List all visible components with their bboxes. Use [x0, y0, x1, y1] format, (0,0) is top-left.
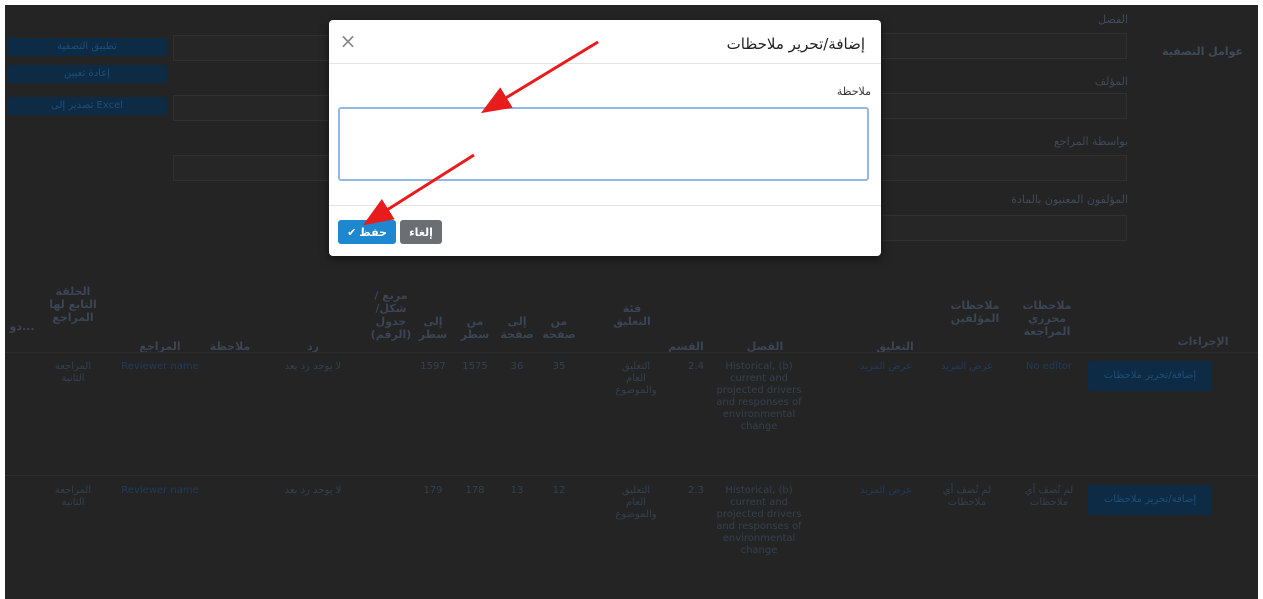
filter-chapter-label: الفصل: [1098, 13, 1128, 26]
th-to-line: إلى سطر: [418, 315, 448, 341]
filter-left-input-3[interactable]: [173, 155, 331, 181]
reset-filter-button[interactable]: إعادة تعيين: [7, 65, 167, 83]
comment-cell[interactable]: عرض المزيد: [851, 361, 921, 373]
apply-filter-button[interactable]: تطبيق التصفية: [7, 38, 167, 56]
save-button[interactable]: ✔ حفظ: [338, 220, 396, 244]
reply-cell: لا يوجد رد بعد: [284, 485, 342, 496]
chapter-cell: Historical, (b) current and projected dr…: [716, 361, 802, 432]
th-actions: الإجراءات: [1177, 335, 1229, 348]
from-line-cell: 1575: [462, 361, 488, 372]
from-page-cell: 35: [552, 361, 566, 372]
section-cell: 2.3: [688, 485, 704, 496]
th-box-figure-table: مربع / شكل/ جدول (الرقم): [370, 289, 412, 341]
filter-left-input-1[interactable]: [173, 35, 331, 61]
reviewer-cell[interactable]: Reviewer name: [115, 485, 205, 497]
modal-header-divider: [329, 63, 881, 64]
editor-note-cell: لم تُضف أي ملاحظات: [1024, 485, 1074, 508]
th-extra: دو...: [9, 320, 35, 333]
chapter-cell: Historical, (b) current and projected dr…: [716, 485, 802, 556]
note-textarea[interactable]: [338, 107, 869, 181]
save-button-label: حفظ: [359, 225, 387, 239]
modal-title: إضافة/تحرير ملاحظات: [726, 35, 865, 53]
sidebar-title: عوامل التصفية: [1162, 45, 1243, 58]
th-from-page: من صفحة: [542, 315, 576, 341]
export-excel-button[interactable]: تصدير إلى Excel: [7, 97, 167, 115]
author-note-cell[interactable]: عرض المزيد: [935, 361, 999, 373]
th-to-page: إلى صفحة: [500, 315, 534, 341]
edit-notes-modal: إضافة/تحرير ملاحظات × ملاحظة ✔ حفظ إلغاء: [329, 20, 881, 256]
cancel-button[interactable]: إلغاء: [400, 220, 442, 244]
to-line-cell: 1597: [420, 361, 446, 372]
close-icon[interactable]: ×: [337, 30, 359, 52]
edit-notes-button[interactable]: إضافة/تحرير ملاحظات: [1088, 485, 1212, 515]
category-cell: التعليق العام والموضوع: [615, 361, 657, 396]
author-note-cell: لم تُضف أي ملاحظات: [942, 485, 992, 508]
filter-author-label: المؤلف: [1094, 75, 1128, 88]
reply-cell: لا يوجد رد بعد: [284, 361, 342, 372]
section-cell: 2.4: [688, 361, 704, 372]
editor-note-cell[interactable]: No editor: [1017, 361, 1081, 373]
th-category: فئة التعليق: [613, 302, 651, 328]
th-from-line: من سطر: [460, 315, 490, 341]
table-header-divider: [5, 352, 1258, 353]
round-cell: المراجعة الثانية: [54, 485, 92, 508]
row-divider: [5, 475, 1258, 476]
th-editor-notes: ملاحظات محرري المراجعة: [1022, 299, 1072, 338]
edit-notes-button[interactable]: إضافة/تحرير ملاحظات: [1088, 361, 1212, 391]
modal-footer-divider: [329, 205, 881, 206]
th-author-notes: ملاحظات المؤلفين: [950, 299, 1000, 325]
from-page-cell: 12: [552, 485, 566, 496]
to-line-cell: 179: [423, 485, 443, 496]
to-page-cell: 13: [510, 485, 524, 496]
th-round: الحلقة التابع لها المراجع: [49, 285, 97, 324]
note-label: ملاحظة: [836, 85, 871, 98]
to-page-cell: 36: [510, 361, 524, 372]
check-icon: ✔: [347, 225, 357, 239]
category-cell: التعليق العام والموضوع: [615, 485, 657, 520]
comment-cell[interactable]: عرض المزيد: [851, 485, 921, 497]
filter-reviewer-label: بواسطة المراجع: [1054, 135, 1128, 148]
filter-left-input-2[interactable]: [173, 95, 331, 121]
from-line-cell: 178: [465, 485, 485, 496]
reviewer-cell[interactable]: Reviewer name: [115, 361, 205, 373]
filter-all-authors-label: المؤلفون المعنيون بالمادة: [1011, 193, 1128, 206]
round-cell: المراجعة الثانية: [54, 361, 92, 384]
